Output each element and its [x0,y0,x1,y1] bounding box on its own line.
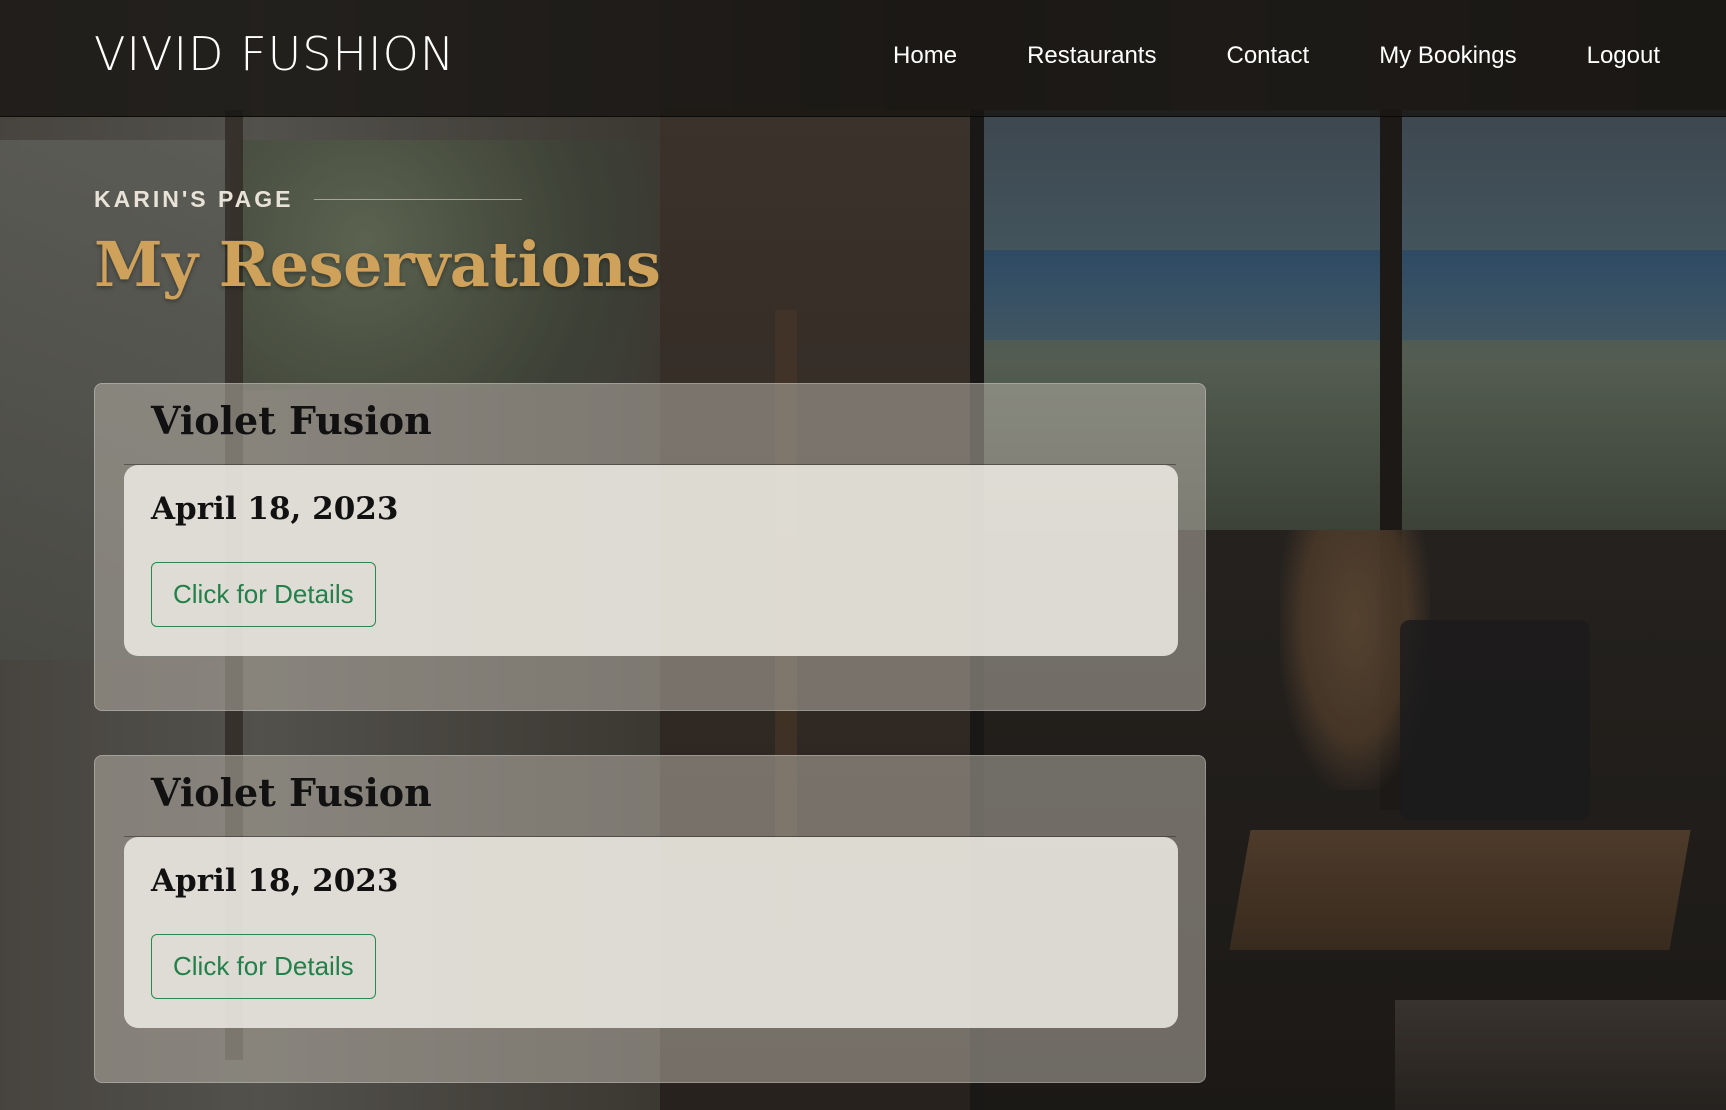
main-nav: Home Restaurants Contact My Bookings Log… [858,0,1660,112]
nav-contact[interactable]: Contact [1191,0,1344,112]
page: VIVID FUSHION Home Restaurants Contact M… [0,0,1726,1110]
reservation-card-body: April 18, 2023 Click for Details [124,837,1178,1028]
details-button[interactable]: Click for Details [151,934,376,999]
reservation-date: April 18, 2023 [151,491,399,527]
eyebrow-text: KARIN'S PAGE [94,186,294,212]
reservation-card: Violet Fusion April 18, 2023 Click for D… [94,383,1206,711]
nav-restaurants[interactable]: Restaurants [992,0,1191,112]
reservation-card-body: April 18, 2023 Click for Details [124,465,1178,656]
reservations-list: Violet Fusion April 18, 2023 Click for D… [94,383,1206,1110]
nav-my-bookings[interactable]: My Bookings [1344,0,1551,112]
eyebrow-divider [313,199,522,200]
brand-logo[interactable]: VIVID FUSHION [94,26,455,82]
reservation-date: April 18, 2023 [151,863,399,899]
page-eyebrow: KARIN'S PAGE [94,186,522,213]
reservation-restaurant-name: Violet Fusion [151,770,432,815]
site-header: VIVID FUSHION Home Restaurants Contact M… [0,0,1726,117]
reservation-restaurant-name: Violet Fusion [151,398,432,443]
page-title: My Reservations [94,228,661,301]
details-button[interactable]: Click for Details [151,562,376,627]
nav-home[interactable]: Home [858,0,992,112]
reservation-card: Violet Fusion April 18, 2023 Click for D… [94,755,1206,1083]
nav-logout[interactable]: Logout [1552,0,1660,112]
